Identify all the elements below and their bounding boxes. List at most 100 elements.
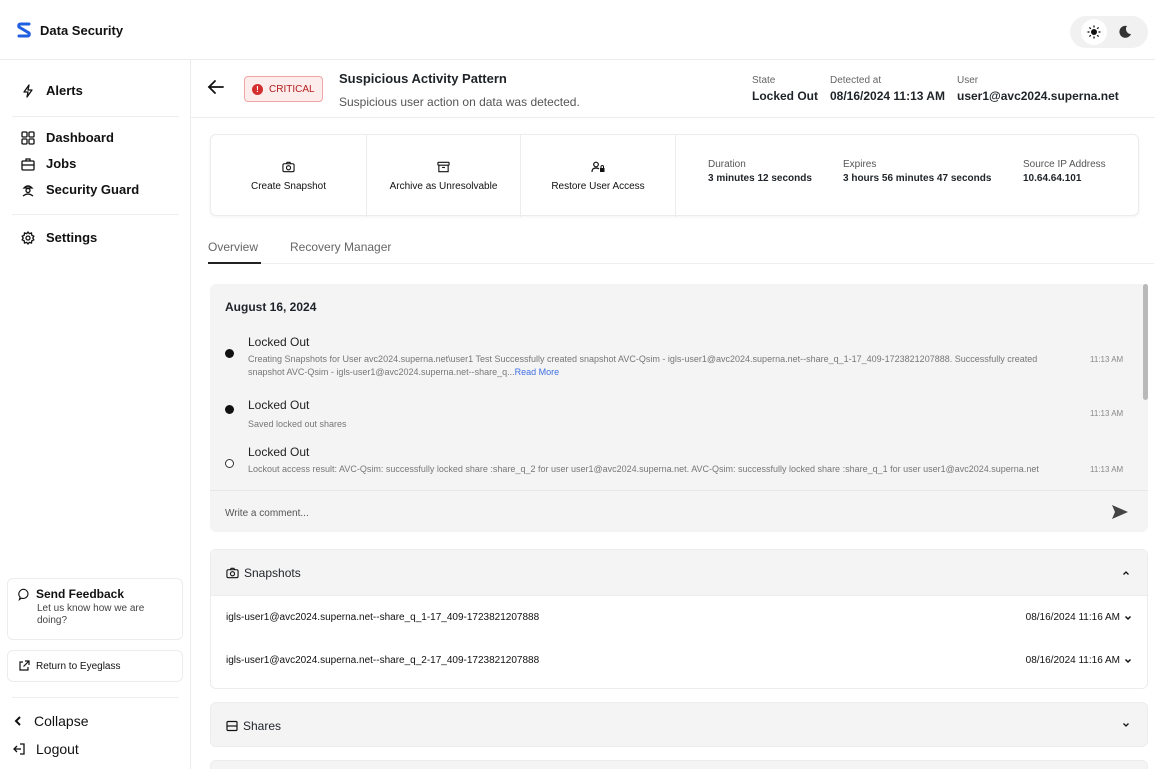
send-feedback[interactable]: Send Feedback Let us know how we are doi… (7, 578, 183, 640)
feedback-title: Send Feedback (36, 587, 125, 601)
duration-value: 3 minutes 12 seconds (708, 173, 812, 184)
return-label: Return to Eyeglass (36, 660, 121, 672)
detected-label: Detected at (830, 75, 882, 86)
sidebar-item-settings[interactable]: Settings (20, 230, 97, 245)
state-value: Locked Out (752, 89, 819, 103)
return-to-eyeglass-button[interactable]: Return to Eyeglass (7, 650, 183, 682)
security-guard-icon (20, 183, 36, 197)
restore-user-access-button[interactable]: Restore User Access (521, 135, 676, 217)
comment-box[interactable]: Write a comment... (210, 490, 1148, 532)
chevron-up-icon[interactable] (1122, 570, 1130, 576)
snapshots-title: Snapshots (244, 566, 301, 580)
action-label: Restore User Access (551, 180, 645, 192)
event-time: 11:13 AM (1090, 409, 1124, 418)
expires-label: Expires (843, 159, 877, 170)
event-dot (225, 459, 234, 468)
light-mode-button[interactable] (1080, 19, 1107, 45)
timeline-scrollbar[interactable] (1143, 284, 1148, 400)
timeline-date: August 16, 2024 (225, 300, 317, 314)
snapshot-date: 08/16/2024 11:16 AM (1025, 612, 1120, 623)
snapshot-date: 08/16/2024 11:16 AM (1025, 655, 1120, 666)
jobs-icon (20, 157, 36, 171)
sidebar-item-security-guard[interactable]: Security Guard (20, 182, 139, 197)
activity-timeline: August 16, 2024 Locked Out Creating Snap… (210, 284, 1148, 490)
snapshots-header[interactable]: Snapshots (211, 550, 1147, 596)
comment-input[interactable]: Write a comment... (225, 508, 309, 519)
sidebar-divider (12, 116, 179, 117)
read-more-link[interactable]: Read More (515, 367, 560, 377)
arrow-left-icon (207, 80, 224, 94)
event-detail: Saved locked out shares (248, 419, 347, 429)
settings-icon (20, 230, 36, 245)
sidebar-item-jobs[interactable]: Jobs (20, 156, 76, 171)
severity-label: CRITICAL (269, 83, 315, 95)
event-detail: Lockout access result: AVC-Qsim: success… (248, 464, 1039, 474)
dashboard-icon (20, 130, 36, 145)
snapshot-name: igls-user1@avc2024.superna.net--share_q_… (226, 655, 540, 666)
event-time: 11:13 AM (1090, 465, 1124, 474)
state-meta: State Locked Out (752, 75, 818, 103)
shares-panel[interactable]: Shares (210, 702, 1148, 747)
logout-button[interactable]: Logout (12, 741, 79, 757)
app-title: Data Security (40, 22, 124, 38)
sidebar-item-label: Dashboard (46, 130, 114, 145)
source-ip-info: Source IP Address 10.64.64.101 (1023, 159, 1106, 184)
sidebar-item-dashboard[interactable]: Dashboard (20, 130, 114, 145)
logout-label: Logout (36, 741, 79, 757)
action-label: Archive as Unresolvable (389, 180, 498, 192)
alert-header: ! CRITICAL Suspicious Activity Pattern S… (191, 60, 1155, 118)
duration-label: Duration (708, 159, 746, 170)
logo-icon (17, 22, 31, 38)
event-dot (225, 405, 234, 414)
sidebar-divider (12, 697, 179, 698)
user-value: user1@avc2024.superna.net (957, 89, 1119, 103)
chevron-down-icon[interactable] (1124, 615, 1132, 621)
back-button[interactable] (207, 79, 225, 95)
shares-icon (226, 720, 238, 732)
chevron-down-icon[interactable] (1122, 722, 1130, 728)
send-button[interactable] (1111, 504, 1129, 520)
duration-info: Duration 3 minutes 12 seconds (708, 159, 812, 184)
tab-recovery-manager[interactable]: Recovery Manager (290, 240, 391, 254)
source-ip-value: 10.64.64.101 (1023, 173, 1082, 184)
alert-subtitle: Suspicious user action on data was detec… (339, 95, 580, 109)
camera-icon (226, 567, 239, 579)
sidebar-item-label: Security Guard (46, 182, 140, 197)
snapshots-panel: Snapshots igls-user1@avc2024.superna.net… (210, 549, 1148, 689)
create-snapshot-button[interactable]: Create Snapshot (211, 135, 367, 217)
event-title: Locked Out (248, 335, 310, 349)
action-card: Create Snapshot Archive as Unresolvable … (210, 134, 1139, 217)
camera-icon (282, 161, 295, 172)
app-logo[interactable]: Data Security (16, 22, 123, 38)
archive-button[interactable]: Archive as Unresolvable (367, 135, 521, 217)
expires-info: Expires 3 hours 56 minutes 47 seconds (843, 159, 991, 184)
event-dot (225, 349, 234, 358)
sidebar-item-alerts[interactable]: Alerts (20, 83, 83, 98)
logout-icon (13, 743, 25, 755)
moon-icon (1118, 25, 1131, 38)
source-ip-label: Source IP Address (1023, 159, 1106, 170)
alert-circle-icon: ! (252, 83, 263, 95)
theme-toggle[interactable] (1070, 16, 1148, 48)
action-label: Create Snapshot (250, 180, 327, 192)
state-label: State (752, 75, 776, 86)
next-panel (210, 760, 1148, 769)
shares-title: Shares (243, 719, 282, 733)
chevron-down-icon[interactable] (1124, 658, 1132, 664)
collapse-button[interactable]: Collapse (12, 713, 88, 729)
event-detail: Creating Snapshots for User avc2024.supe… (248, 353, 1048, 379)
event-detail-text: Creating Snapshots for User avc2024.supe… (248, 354, 1038, 377)
collapse-label: Collapse (34, 713, 89, 729)
top-bar: Data Security (0, 0, 1155, 60)
expires-value: 3 hours 56 minutes 47 seconds (843, 173, 992, 184)
dark-mode-button[interactable] (1112, 19, 1138, 45)
send-icon (1112, 505, 1128, 519)
tab-overview[interactable]: Overview (208, 240, 258, 254)
tab-divider (208, 263, 1154, 264)
sidebar-item-label: Settings (46, 230, 98, 245)
user-lock-icon (591, 161, 605, 172)
sun-icon (1087, 25, 1100, 39)
event-title: Locked Out (248, 445, 310, 459)
active-tab-indicator (208, 262, 261, 264)
chevron-left-icon (14, 716, 21, 726)
